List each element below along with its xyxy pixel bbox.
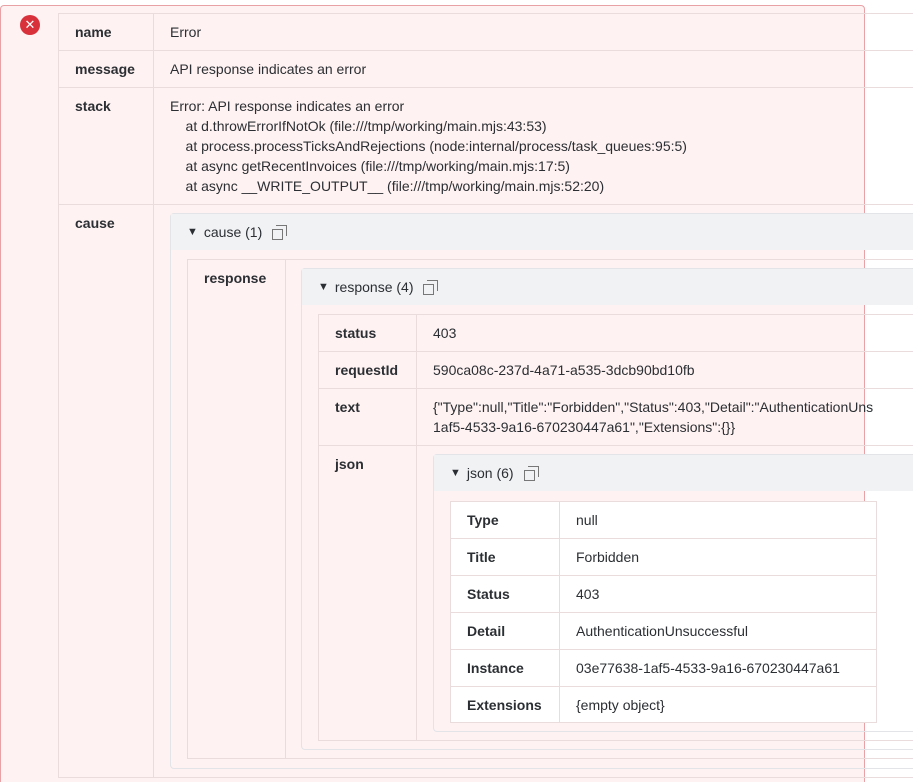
json-type-value: null bbox=[576, 512, 598, 528]
name-key: name bbox=[75, 24, 112, 40]
requestid-key: requestId bbox=[335, 362, 399, 378]
requestid-value: 590ca08c-237d-4a71-a535-3dcb90bd10fb bbox=[433, 362, 695, 378]
message-key: message bbox=[75, 61, 135, 77]
stack-line: at d.throwErrorIfNotOk (file:///tmp/work… bbox=[170, 118, 547, 134]
json-extensions-value: {empty object} bbox=[576, 697, 665, 713]
stack-key: stack bbox=[75, 98, 111, 114]
copy-icon[interactable] bbox=[423, 279, 439, 295]
copy-icon[interactable] bbox=[523, 465, 540, 481]
cause-header-label[interactable]: cause (1) bbox=[204, 224, 262, 240]
json-title-key: Title bbox=[467, 549, 496, 565]
status-key: status bbox=[335, 325, 377, 341]
triangle-down-icon[interactable]: ▼ bbox=[450, 467, 461, 479]
stack-line: Error: API response indicates an error bbox=[170, 98, 405, 114]
status-value: 403 bbox=[433, 325, 457, 341]
text-line: {"Type":null,"Title":"Forbidden","Status… bbox=[433, 399, 874, 415]
copy-icon[interactable] bbox=[272, 224, 288, 240]
name-value: Error bbox=[170, 24, 202, 40]
cause-key: cause bbox=[75, 215, 115, 231]
json-title-value: Forbidden bbox=[576, 549, 640, 565]
json-extensions-key: Extensions bbox=[467, 697, 542, 713]
triangle-down-icon[interactable]: ▼ bbox=[187, 226, 198, 238]
text-line: 1af5-4533-9a16-670230447a61","Extensions… bbox=[433, 419, 736, 435]
json-detail-key: Detail bbox=[467, 623, 506, 639]
triangle-down-icon[interactable]: ▼ bbox=[318, 281, 329, 293]
json-header-label[interactable]: json (6) bbox=[467, 465, 514, 481]
text-value: {"Type":null,"Title":"Forbidden","Status… bbox=[433, 397, 913, 437]
stack-line: at async __WRITE_OUTPUT__ (file:///tmp/w… bbox=[170, 178, 605, 194]
stack-line: at process.processTicksAndRejections (no… bbox=[170, 138, 687, 154]
response-key: response bbox=[204, 270, 267, 286]
json-status-value: 403 bbox=[576, 586, 600, 602]
error-close-icon: ✕ bbox=[20, 15, 40, 35]
message-value: API response indicates an error bbox=[170, 61, 367, 77]
json-type-key: Type bbox=[467, 512, 499, 528]
json-instance-key: Instance bbox=[467, 660, 524, 676]
json-status-key: Status bbox=[467, 586, 510, 602]
text-key: text bbox=[335, 399, 360, 415]
json-detail-value: AuthenticationUnsuccessful bbox=[576, 623, 748, 639]
json-instance-value: 03e77638-1af5-4533-9a16-670230447a61 bbox=[576, 660, 840, 676]
stack-line: at async getRecentInvoices (file:///tmp/… bbox=[170, 158, 570, 174]
response-header-label[interactable]: response (4) bbox=[335, 279, 414, 295]
stack-trace: Error: API response indicates an error a… bbox=[170, 96, 687, 196]
json-key: json bbox=[335, 456, 364, 472]
